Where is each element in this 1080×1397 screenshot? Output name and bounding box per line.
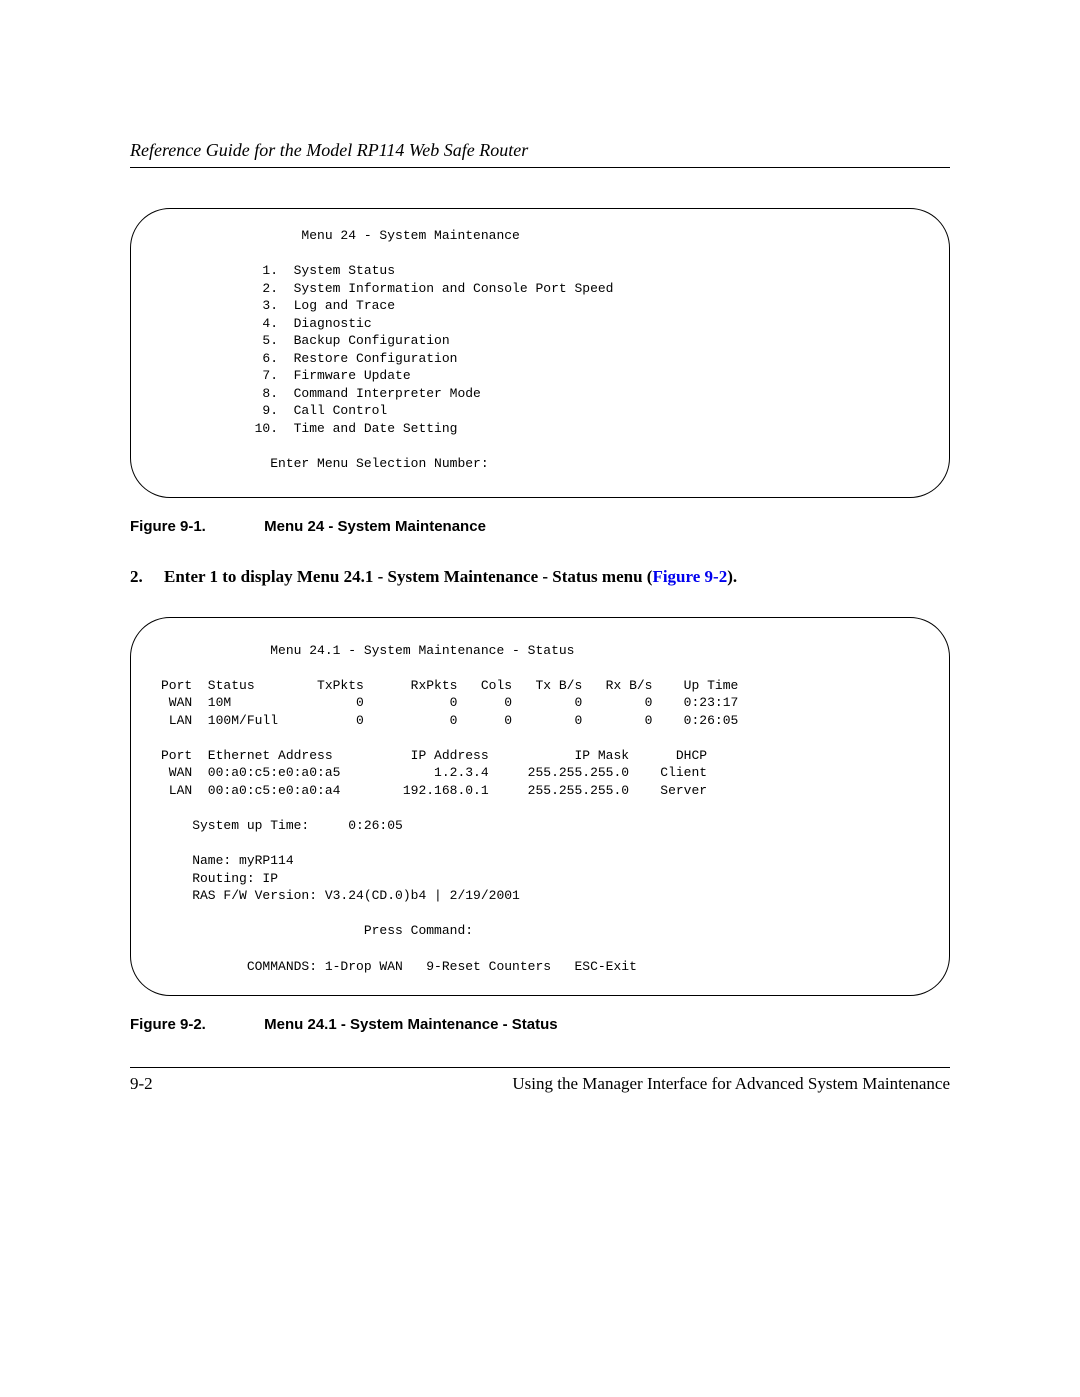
document-page: Reference Guide for the Model RP114 Web … bbox=[0, 0, 1080, 1134]
step-text: Enter 1 to display Menu 24.1 - System Ma… bbox=[164, 567, 737, 587]
terminal-menu24: Menu 24 - System Maintenance 1. System S… bbox=[130, 208, 950, 498]
footer-rule bbox=[130, 1067, 950, 1068]
figure-caption-2: Figure 9-2. Menu 24.1 - System Maintenan… bbox=[130, 1016, 950, 1033]
page-number: 9-2 bbox=[130, 1074, 153, 1094]
figure-number: Figure 9-1. bbox=[130, 518, 260, 535]
figure-number: Figure 9-2. bbox=[130, 1016, 260, 1033]
figure-title: Menu 24.1 - System Maintenance - Status bbox=[264, 1016, 557, 1033]
header-rule bbox=[130, 167, 950, 168]
page-footer: 9-2 Using the Manager Interface for Adva… bbox=[130, 1074, 950, 1094]
figure-title: Menu 24 - System Maintenance bbox=[264, 518, 486, 535]
instruction-step: 2. Enter 1 to display Menu 24.1 - System… bbox=[130, 567, 950, 587]
figure-reference-link[interactable]: Figure 9-2 bbox=[652, 567, 727, 586]
step-number: 2. bbox=[130, 567, 150, 587]
figure-caption-1: Figure 9-1. Menu 24 - System Maintenance bbox=[130, 518, 950, 535]
page-header: Reference Guide for the Model RP114 Web … bbox=[130, 140, 950, 161]
terminal-menu241: Menu 24.1 - System Maintenance - Status … bbox=[130, 617, 950, 996]
footer-text: Using the Manager Interface for Advanced… bbox=[512, 1074, 950, 1094]
